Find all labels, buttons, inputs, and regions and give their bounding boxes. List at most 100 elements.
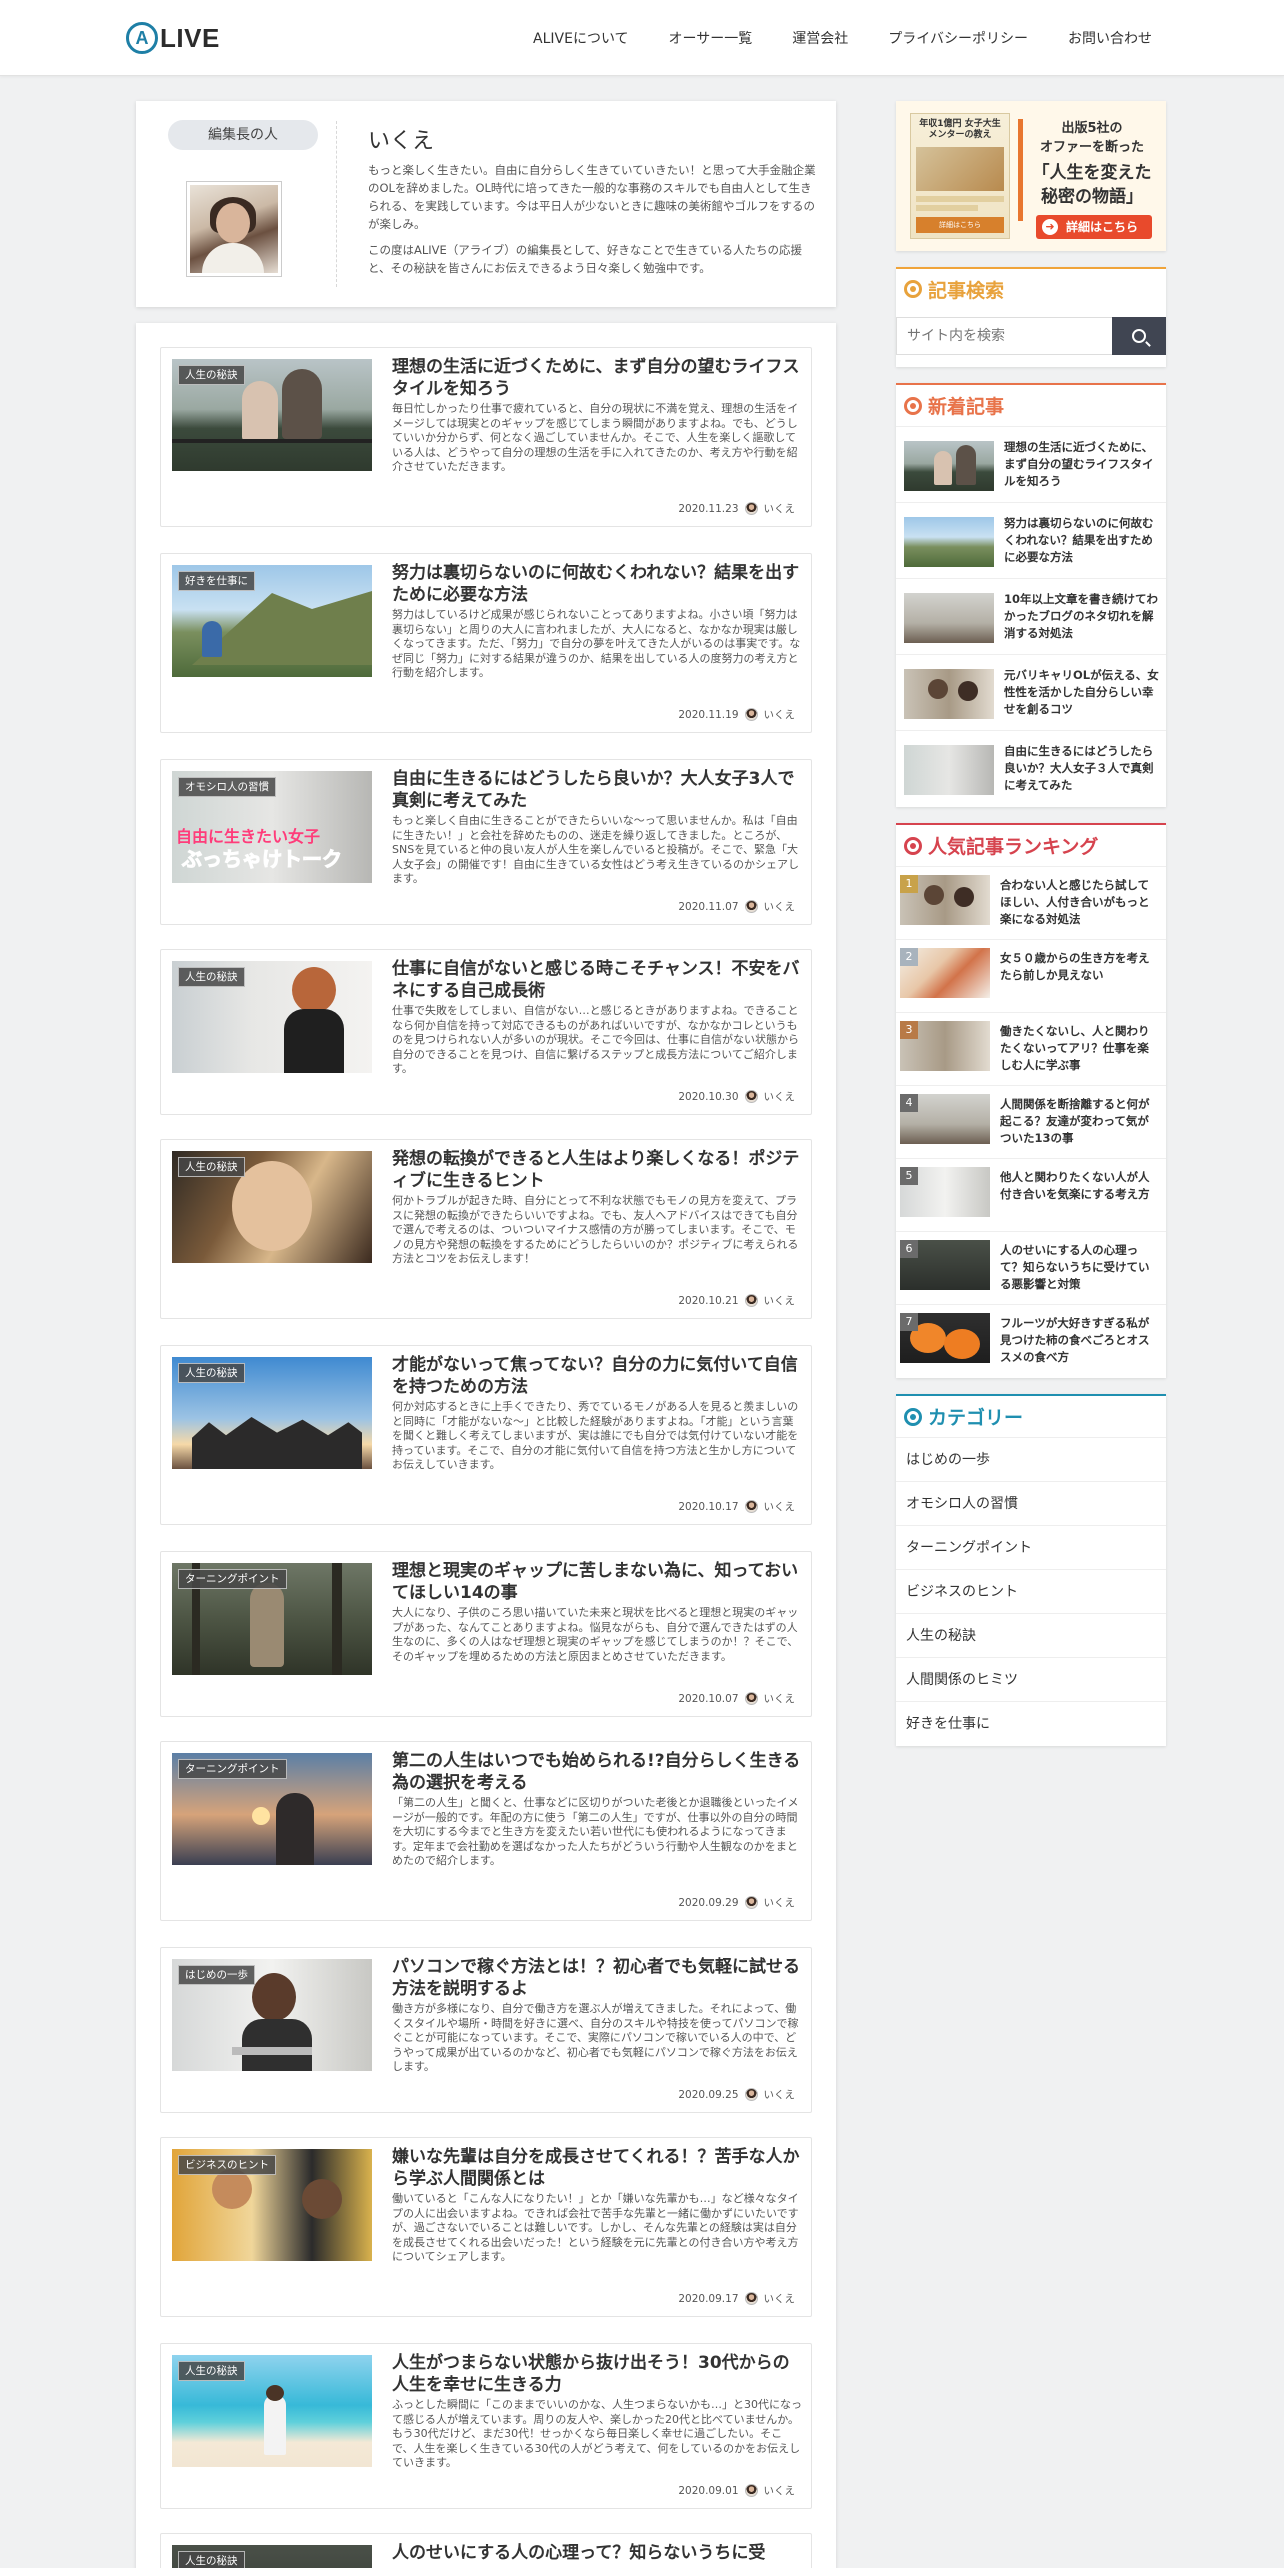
category-label[interactable]: 人生の秘訣 bbox=[178, 365, 245, 385]
category-link[interactable]: ターニングポイント bbox=[896, 1526, 1166, 1570]
nav-about[interactable]: ALIVEについて bbox=[533, 28, 629, 48]
ranking-item[interactable]: 6 人のせいにする人の心理って？知らないうちに受けている悪影響と対策 bbox=[896, 1232, 1166, 1305]
category-label[interactable]: 人生の秘訣 bbox=[178, 967, 245, 987]
article-card[interactable]: ビジネスのヒント 嫌いな先輩は自分を成長させてくれる！？苦手な人から学ぶ人間関係… bbox=[160, 2137, 812, 2317]
recent-post-title[interactable]: 自由に生きるにはどうしたら良いか？大人女子３人で真剣に考えてみた bbox=[1004, 743, 1160, 794]
recent-post-title[interactable]: 努力は裏切らないのに何故むくわれない？結果を出すために必要な方法 bbox=[1004, 515, 1160, 566]
article-title[interactable]: 人のせいにする人の心理って？知らないうちに受 bbox=[392, 2542, 802, 2564]
nav-privacy[interactable]: プライバシーポリシー bbox=[888, 28, 1028, 48]
ranking-item[interactable]: 1 合わない人と感じたら試してほしい、人付き合いがもっと楽になる対処法 bbox=[896, 867, 1166, 940]
category-label[interactable]: 人生の秘訣 bbox=[178, 2361, 245, 2381]
category-label[interactable]: オモシロ人の習慣 bbox=[178, 777, 276, 797]
article-title[interactable]: 発想の転換ができると人生はより楽しくなる！ポジティブに生きるヒント bbox=[392, 1148, 802, 1192]
ranking-item[interactable]: 5 他人と関わりたくない人が人付き合いを気楽にする考え方 bbox=[896, 1159, 1166, 1232]
article-thumbnail[interactable]: 人生の秘訣 bbox=[172, 2545, 372, 2568]
ad-detail-button[interactable]: ➜ 詳細はこちら bbox=[1036, 215, 1152, 239]
ranking-item[interactable]: 4 人間関係を断捨離すると何が起こる？友達が変わって気がついた13の事 bbox=[896, 1086, 1166, 1159]
article-thumbnail[interactable]: 人生の秘訣 bbox=[172, 1151, 372, 1263]
category-label[interactable]: ターニングポイント bbox=[178, 1569, 287, 1589]
ranking-title[interactable]: 他人と関わりたくない人が人付き合いを気楽にする考え方 bbox=[1000, 1169, 1160, 1203]
article-title[interactable]: 仕事に自信がないと感じる時こそチャンス！不安をバネにする自己成長術 bbox=[392, 958, 802, 1002]
article-thumbnail[interactable]: 人生の秘訣 bbox=[172, 961, 372, 1073]
recent-post-item[interactable]: 努力は裏切らないのに何故むくわれない？結果を出すために必要な方法 bbox=[896, 503, 1166, 579]
article-title[interactable]: 才能がないって焦ってない？自分の力に気付いて自信を持つための方法 bbox=[392, 1354, 802, 1398]
author-avatar bbox=[186, 181, 282, 277]
category-link[interactable]: ビジネスのヒント bbox=[896, 1570, 1166, 1614]
article-card[interactable]: 人生の秘訣 理想の生活に近づくために、まず自分の望むライフスタイルを知ろう 毎日… bbox=[160, 347, 812, 527]
ranking-item[interactable]: 2 女５０歳からの生き方を考えたら前しか見えない bbox=[896, 940, 1166, 1013]
article-card[interactable]: ターニングポイント 理想と現実のギャップに苦しまない為に、知っておいてほしい14… bbox=[160, 1551, 812, 1717]
author-bio: もっと楽しく生きたい。自由に自分らしく生きていていきたい！と思って大手金融企業の… bbox=[368, 161, 816, 277]
recent-post-thumbnail[interactable] bbox=[904, 593, 994, 643]
article-card[interactable]: 人生の秘訣 人生がつまらない状態から抜け出そう！30代からの人生を幸せに生きる力… bbox=[160, 2343, 812, 2509]
book-cover[interactable]: 年収1億円 女子大生メンターの教え 詳細はこちら bbox=[910, 113, 1010, 239]
category-label[interactable]: 人生の秘訣 bbox=[178, 1157, 245, 1177]
article-card[interactable]: 自由に生きたい女子 ぶっちゃけトーク オモシロ人の習慣 自由に生きるにはどうしたら良… bbox=[160, 759, 812, 925]
category-label[interactable]: 人生の秘訣 bbox=[178, 1363, 245, 1383]
category-link[interactable]: はじめの一歩 bbox=[896, 1438, 1166, 1482]
ranking-widget: 人気記事ランキング 1 合わない人と感じたら試してほしい、人付き合いがもっと楽に… bbox=[896, 823, 1166, 1378]
recent-post-thumbnail[interactable] bbox=[904, 441, 994, 491]
article-thumbnail[interactable]: ターニングポイント bbox=[172, 1563, 372, 1675]
ranking-title[interactable]: 人のせいにする人の心理って？知らないうちに受けている悪影響と対策 bbox=[1000, 1242, 1160, 1293]
ranking-title[interactable]: フルーツが大好きすぎる私が見つけた柿の食べごろとオススメの食べ方 bbox=[1000, 1315, 1160, 1366]
ranking-item[interactable]: 3 働きたくないし、人と関わりたくないってアリ？仕事を楽しむ人に学ぶ事 bbox=[896, 1013, 1166, 1086]
article-title[interactable]: 努力は裏切らないのに何故むくわれない？結果を出すために必要な方法 bbox=[392, 562, 802, 606]
article-title[interactable]: 第二の人生はいつでも始められる!?自分らしく生きる為の選択を考える bbox=[392, 1750, 802, 1794]
article-title[interactable]: 自由に生きるにはどうしたら良いか？大人女子3人で真剣に考えてみた bbox=[392, 768, 802, 812]
recent-post-item[interactable]: 10年以上文章を書き続けてわかったブログのネタ切れを解消する対処法 bbox=[896, 579, 1166, 655]
article-thumbnail[interactable]: 人生の秘訣 bbox=[172, 359, 372, 471]
article-thumbnail[interactable]: 人生の秘訣 bbox=[172, 1357, 372, 1469]
article-title[interactable]: パソコンで稼ぐ方法とは！？初心者でも気軽に試せる方法を説明するよ bbox=[392, 1956, 802, 2000]
article-card[interactable]: 人生の秘訣 仕事に自信がないと感じる時こそチャンス！不安をバネにする自己成長術 … bbox=[160, 949, 812, 1115]
article-title[interactable]: 嫌いな先輩は自分を成長させてくれる！？苦手な人から学ぶ人間関係とは bbox=[392, 2146, 802, 2190]
recent-post-item[interactable]: 自由に生きるにはどうしたら良いか？大人女子３人で真剣に考えてみた bbox=[896, 731, 1166, 807]
article-author: いくえ bbox=[763, 2485, 796, 2497]
category-label[interactable]: ビジネスのヒント bbox=[178, 2155, 276, 2175]
article-thumbnail[interactable]: ターニングポイント bbox=[172, 1753, 372, 1865]
ranking-title[interactable]: 女５０歳からの生き方を考えたら前しか見えない bbox=[1000, 950, 1160, 984]
article-title[interactable]: 理想の生活に近づくために、まず自分の望むライフスタイルを知ろう bbox=[392, 356, 802, 400]
article-card[interactable]: 人生の秘訣 発想の転換ができると人生はより楽しくなる！ポジティブに生きるヒント … bbox=[160, 1139, 812, 1319]
recent-post-title[interactable]: 元バリキャリOLが伝える、女性性を活かした自分らしい幸せを創るコツ bbox=[1004, 667, 1160, 718]
ranking-title[interactable]: 合わない人と感じたら試してほしい、人付き合いがもっと楽になる対処法 bbox=[1000, 877, 1160, 928]
article-card[interactable]: 好きを仕事に 努力は裏切らないのに何故むくわれない？結果を出すために必要な方法 … bbox=[160, 553, 812, 733]
article-thumbnail[interactable]: ビジネスのヒント bbox=[172, 2149, 372, 2261]
book-ad-banner[interactable]: 年収1億円 女子大生メンターの教え 詳細はこちら 出版5社の オファーを断った … bbox=[896, 101, 1166, 251]
article-thumbnail[interactable]: 好きを仕事に bbox=[172, 565, 372, 677]
category-label[interactable]: ターニングポイント bbox=[178, 1759, 287, 1779]
recent-post-item[interactable]: 理想の生活に近づくために、まず自分の望むライフスタイルを知ろう bbox=[896, 427, 1166, 503]
category-label[interactable]: 好きを仕事に bbox=[178, 571, 255, 591]
recent-post-thumbnail[interactable] bbox=[904, 517, 994, 567]
article-thumbnail[interactable]: はじめの一歩 bbox=[172, 1959, 372, 2071]
article-title[interactable]: 理想と現実のギャップに苦しまない為に、知っておいてほしい14の事 bbox=[392, 1560, 802, 1604]
nav-company[interactable]: 運営会社 bbox=[792, 28, 848, 48]
category-link[interactable]: 好きを仕事に bbox=[896, 1702, 1166, 1746]
arrow-right-icon: ➜ bbox=[1042, 219, 1058, 235]
ranking-title[interactable]: 働きたくないし、人と関わりたくないってアリ？仕事を楽しむ人に学ぶ事 bbox=[1000, 1023, 1160, 1074]
article-card[interactable]: 人生の秘訣 人のせいにする人の心理って？知らないうちに受 bbox=[160, 2533, 812, 2568]
ranking-title[interactable]: 人間関係を断捨離すると何が起こる？友達が変わって気がついた13の事 bbox=[1000, 1096, 1160, 1147]
recent-post-thumbnail[interactable] bbox=[904, 745, 994, 795]
article-card[interactable]: ターニングポイント 第二の人生はいつでも始められる!?自分らしく生きる為の選択を… bbox=[160, 1741, 812, 1921]
article-card[interactable]: 人生の秘訣 才能がないって焦ってない？自分の力に気付いて自信を持つための方法 何… bbox=[160, 1345, 812, 1525]
category-link[interactable]: オモシロ人の習慣 bbox=[896, 1482, 1166, 1526]
article-thumbnail[interactable]: 人生の秘訣 bbox=[172, 2355, 372, 2467]
search-input[interactable] bbox=[896, 317, 1112, 355]
nav-contact[interactable]: お問い合わせ bbox=[1068, 28, 1152, 48]
search-button[interactable] bbox=[1112, 317, 1166, 355]
article-thumbnail[interactable]: 自由に生きたい女子 ぶっちゃけトーク オモシロ人の習慣 bbox=[172, 771, 372, 883]
site-logo[interactable]: A LIVE bbox=[126, 20, 220, 56]
category-link[interactable]: 人間関係のヒミツ bbox=[896, 1658, 1166, 1702]
article-card[interactable]: はじめの一歩 パソコンで稼ぐ方法とは！？初心者でも気軽に試せる方法を説明するよ … bbox=[160, 1947, 812, 2113]
recent-post-thumbnail[interactable] bbox=[904, 669, 994, 719]
ranking-item[interactable]: 7 フルーツが大好きすぎる私が見つけた柿の食べごろとオススメの食べ方 bbox=[896, 1305, 1166, 1378]
recent-post-title[interactable]: 理想の生活に近づくために、まず自分の望むライフスタイルを知ろう bbox=[1004, 439, 1160, 490]
category-link[interactable]: 人生の秘訣 bbox=[896, 1614, 1166, 1658]
nav-authors[interactable]: オーサー一覧 bbox=[669, 28, 753, 48]
category-label[interactable]: はじめの一歩 bbox=[178, 1965, 255, 1985]
article-title[interactable]: 人生がつまらない状態から抜け出そう！30代からの人生を幸せに生きる力 bbox=[392, 2352, 802, 2396]
recent-post-title[interactable]: 10年以上文章を書き続けてわかったブログのネタ切れを解消する対処法 bbox=[1004, 591, 1160, 642]
category-label[interactable]: 人生の秘訣 bbox=[178, 2551, 245, 2568]
recent-post-item[interactable]: 元バリキャリOLが伝える、女性性を活かした自分らしい幸せを創るコツ bbox=[896, 655, 1166, 731]
